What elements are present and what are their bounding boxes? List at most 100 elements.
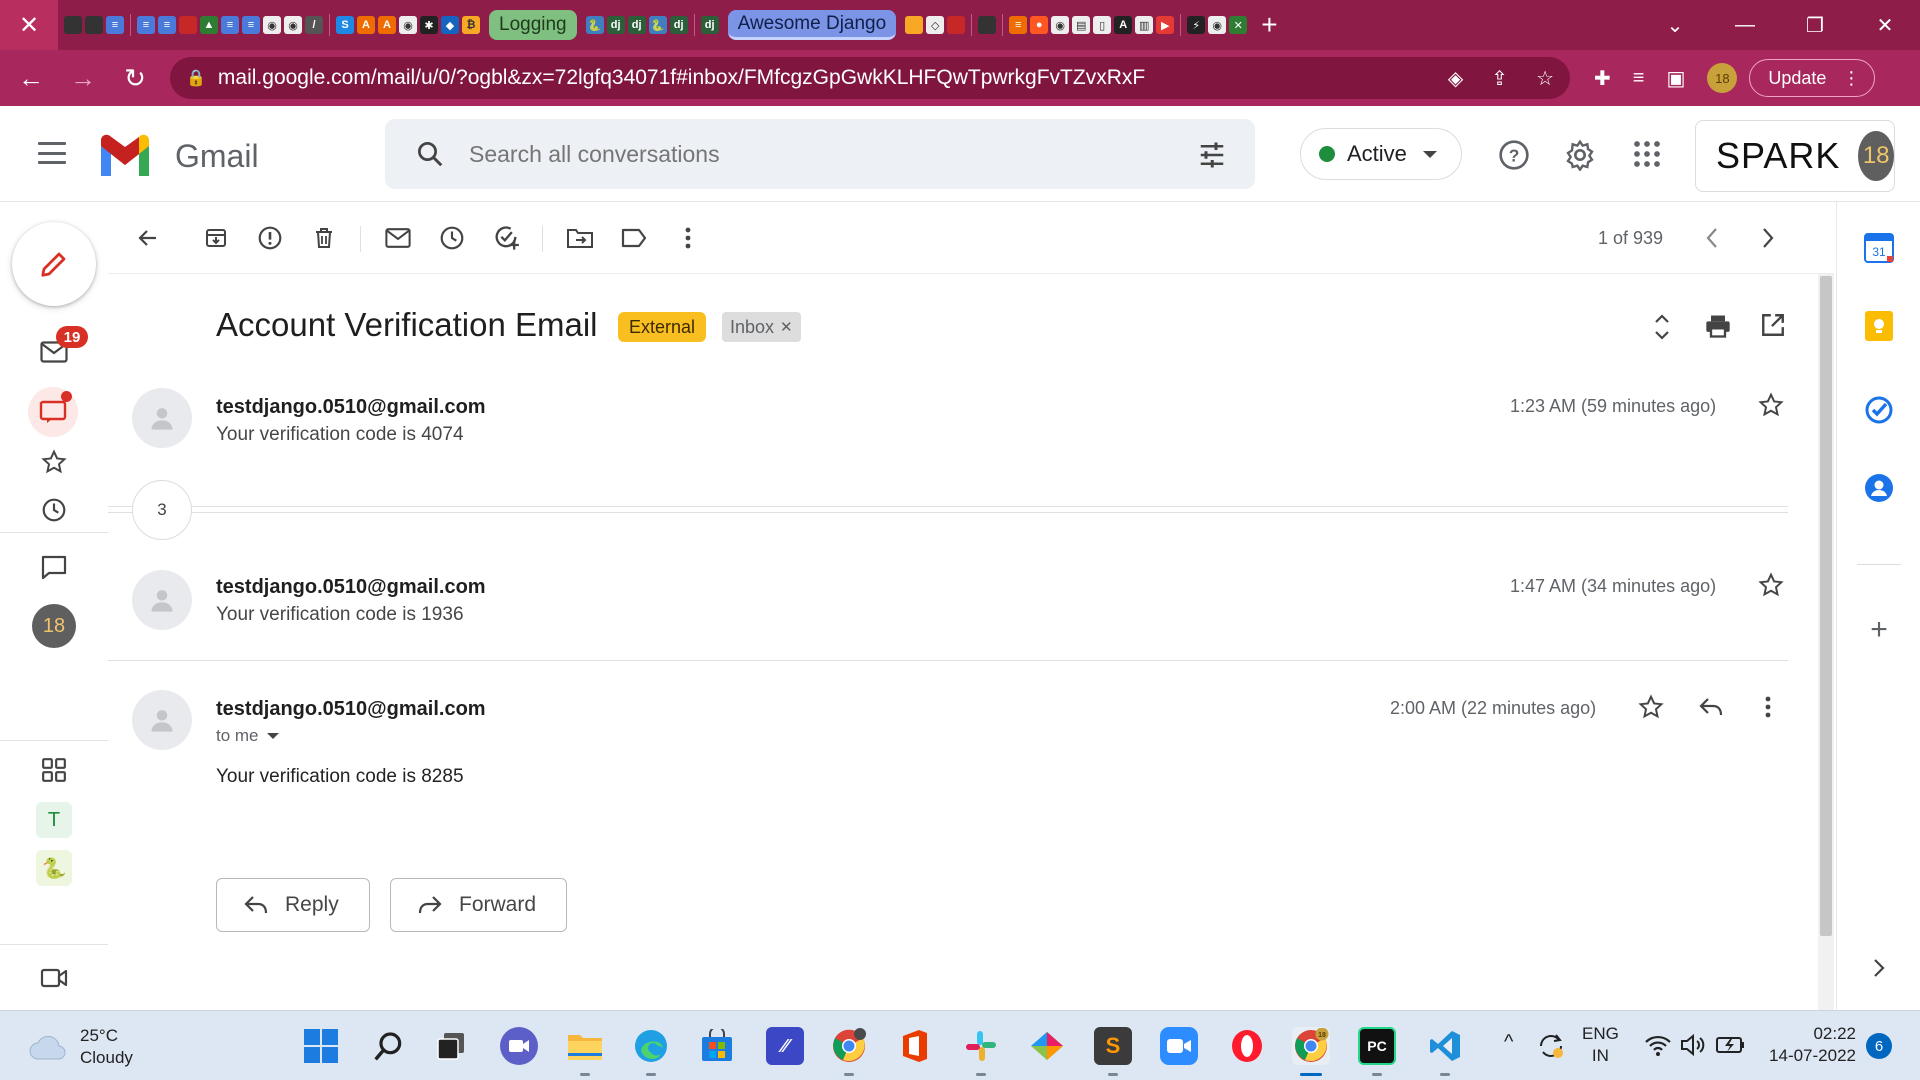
tab-favicon[interactable] <box>64 16 82 34</box>
sync-icon[interactable] <box>1536 1031 1566 1061</box>
main-menu-icon[interactable] <box>38 142 66 164</box>
teams-chat-icon[interactable] <box>500 1027 538 1065</box>
back-to-inbox-icon[interactable] <box>134 224 162 252</box>
omnibox[interactable]: 🔒 mail.google.com/mail/u/0/?ogbl&zx=72lg… <box>170 57 1570 99</box>
minimize-icon[interactable]: — <box>1710 14 1780 37</box>
archive-icon[interactable] <box>202 224 230 252</box>
help-icon[interactable]: ? <box>1498 139 1530 171</box>
github-icon[interactable]: ◉ <box>1051 16 1070 34</box>
gitkraken-icon[interactable] <box>1028 1027 1066 1065</box>
remove-label-close-icon[interactable]: ✕ <box>780 318 793 336</box>
django-tab[interactable]: dj <box>627 16 646 34</box>
tab-favicon[interactable]: / <box>305 16 323 34</box>
tab-favicon[interactable] <box>947 16 966 34</box>
hide-side-panel-chevron-icon[interactable] <box>1861 950 1897 986</box>
github-icon[interactable]: ◉ <box>1208 16 1227 34</box>
print-icon[interactable] <box>1704 312 1732 340</box>
docs-icon[interactable]: ≡ <box>221 16 239 34</box>
star-icon[interactable] <box>1758 572 1784 598</box>
star-icon[interactable] <box>1758 392 1784 418</box>
show-hidden-icons-chevron[interactable]: ^ <box>1504 1031 1513 1053</box>
extensions-puzzle-icon[interactable]: ✚ <box>1594 66 1611 91</box>
tab-favicon[interactable]: S <box>336 16 354 34</box>
tab-favicon[interactable] <box>85 16 103 34</box>
volume-icon[interactable] <box>1680 1033 1708 1057</box>
bookmark-star-icon[interactable]: ☆ <box>1536 66 1554 91</box>
tab-search-icon[interactable]: ⌄ <box>1640 13 1710 38</box>
status-selector[interactable]: Active <box>1300 128 1462 180</box>
add-to-tasks-icon[interactable] <box>492 224 520 252</box>
forward-button[interactable]: Forward <box>390 878 568 932</box>
update-button[interactable]: Update ⋮ <box>1749 59 1876 97</box>
more-options-icon[interactable] <box>674 224 702 252</box>
tab-favicon[interactable] <box>905 16 924 34</box>
tab-logging[interactable]: Logging <box>489 10 577 40</box>
task-view-icon[interactable] <box>432 1027 470 1065</box>
stackoverflow-icon[interactable]: ≡ <box>1009 16 1028 34</box>
zoom-icon[interactable] <box>1160 1027 1198 1065</box>
open-in-new-window-icon[interactable] <box>1760 312 1786 338</box>
notification-badge[interactable]: 6 <box>1866 1033 1892 1059</box>
python-icon[interactable]: 🐍 <box>585 16 604 34</box>
report-spam-icon[interactable] <box>256 224 284 252</box>
back-icon[interactable]: ← <box>10 63 52 94</box>
search-icon[interactable] <box>370 1027 408 1065</box>
compose-button[interactable] <box>12 222 96 306</box>
starred-icon[interactable] <box>34 442 74 482</box>
expand-all-icon[interactable] <box>1650 312 1674 342</box>
share-icon[interactable]: ⇪ <box>1491 66 1508 91</box>
conversation-scrollbar-thumb[interactable] <box>1820 276 1832 936</box>
django-tab[interactable]: dj <box>606 16 625 34</box>
calendar-icon[interactable]: 31 <box>1861 230 1897 266</box>
account-area[interactable]: SPARK 18 <box>1695 120 1895 192</box>
collapsed-messages-count[interactable]: 3 <box>132 480 192 540</box>
pycharm-icon[interactable]: PC <box>1358 1027 1396 1065</box>
tab-favicon[interactable] <box>978 16 997 34</box>
tasks-icon[interactable] <box>1861 392 1897 428</box>
tab-favicon[interactable] <box>179 16 197 34</box>
tab-favicon[interactable]: A <box>357 16 375 34</box>
delete-trash-icon[interactable] <box>310 224 338 252</box>
extension-diamond-icon[interactable]: ◈ <box>1448 66 1463 91</box>
python-icon[interactable]: 🐍 <box>648 16 667 34</box>
reply-arrow-icon[interactable] <box>1698 696 1724 718</box>
tab-favicon[interactable]: ◇ <box>926 16 945 34</box>
tab-favicon[interactable]: A <box>378 16 396 34</box>
contacts-icon[interactable] <box>1861 470 1897 506</box>
battery-icon[interactable] <box>1716 1035 1746 1055</box>
tasks-app-icon[interactable]: T <box>36 802 72 838</box>
tab-favicon[interactable]: ✱ <box>420 16 438 34</box>
newer-chevron-left-icon[interactable] <box>1698 224 1726 252</box>
vscode-icon[interactable] <box>1426 1027 1464 1065</box>
chat-spaces-icon[interactable] <box>28 387 78 437</box>
windows-start-icon[interactable] <box>302 1027 340 1065</box>
meet-apps-grid-icon[interactable] <box>34 750 74 790</box>
input-language[interactable]: ENG IN <box>1582 1023 1619 1067</box>
star-icon[interactable] <box>1638 694 1664 720</box>
edge-browser-icon[interactable] <box>632 1027 670 1065</box>
tab-favicon[interactable]: A <box>1114 16 1133 34</box>
snooze-clock-icon[interactable] <box>438 224 466 252</box>
tab-favicon[interactable]: ◆ <box>441 16 459 34</box>
chrome-profile-icon[interactable] <box>830 1027 868 1065</box>
tab-favicon[interactable]: ▤ <box>1072 16 1091 34</box>
youtube-icon[interactable]: ▶ <box>1156 16 1175 34</box>
gmail-logo-icon[interactable] <box>97 134 153 176</box>
office-icon[interactable] <box>896 1027 934 1065</box>
search-icon[interactable] <box>415 139 445 169</box>
close-window-icon[interactable]: ✕ <box>1850 13 1920 38</box>
github-icon[interactable]: ◉ <box>263 16 281 34</box>
file-explorer-icon[interactable] <box>566 1027 604 1065</box>
forward-icon[interactable]: → <box>62 63 104 94</box>
chat-icon[interactable] <box>34 547 74 587</box>
vpn-app-icon[interactable]: ⁄⁄ <box>766 1027 804 1065</box>
account-avatar[interactable]: 18 <box>1858 131 1894 181</box>
chrome-active-icon[interactable]: 18 <box>1292 1027 1330 1065</box>
opera-icon[interactable] <box>1228 1027 1266 1065</box>
wifi-icon[interactable] <box>1644 1033 1672 1057</box>
recipient-details-toggle[interactable]: to me <box>216 726 279 746</box>
slack-icon[interactable] <box>962 1027 1000 1065</box>
close-tab-button[interactable]: ✕ <box>0 0 58 50</box>
reload-icon[interactable]: ↻ <box>114 63 156 94</box>
django-tab[interactable]: dj <box>700 16 719 34</box>
